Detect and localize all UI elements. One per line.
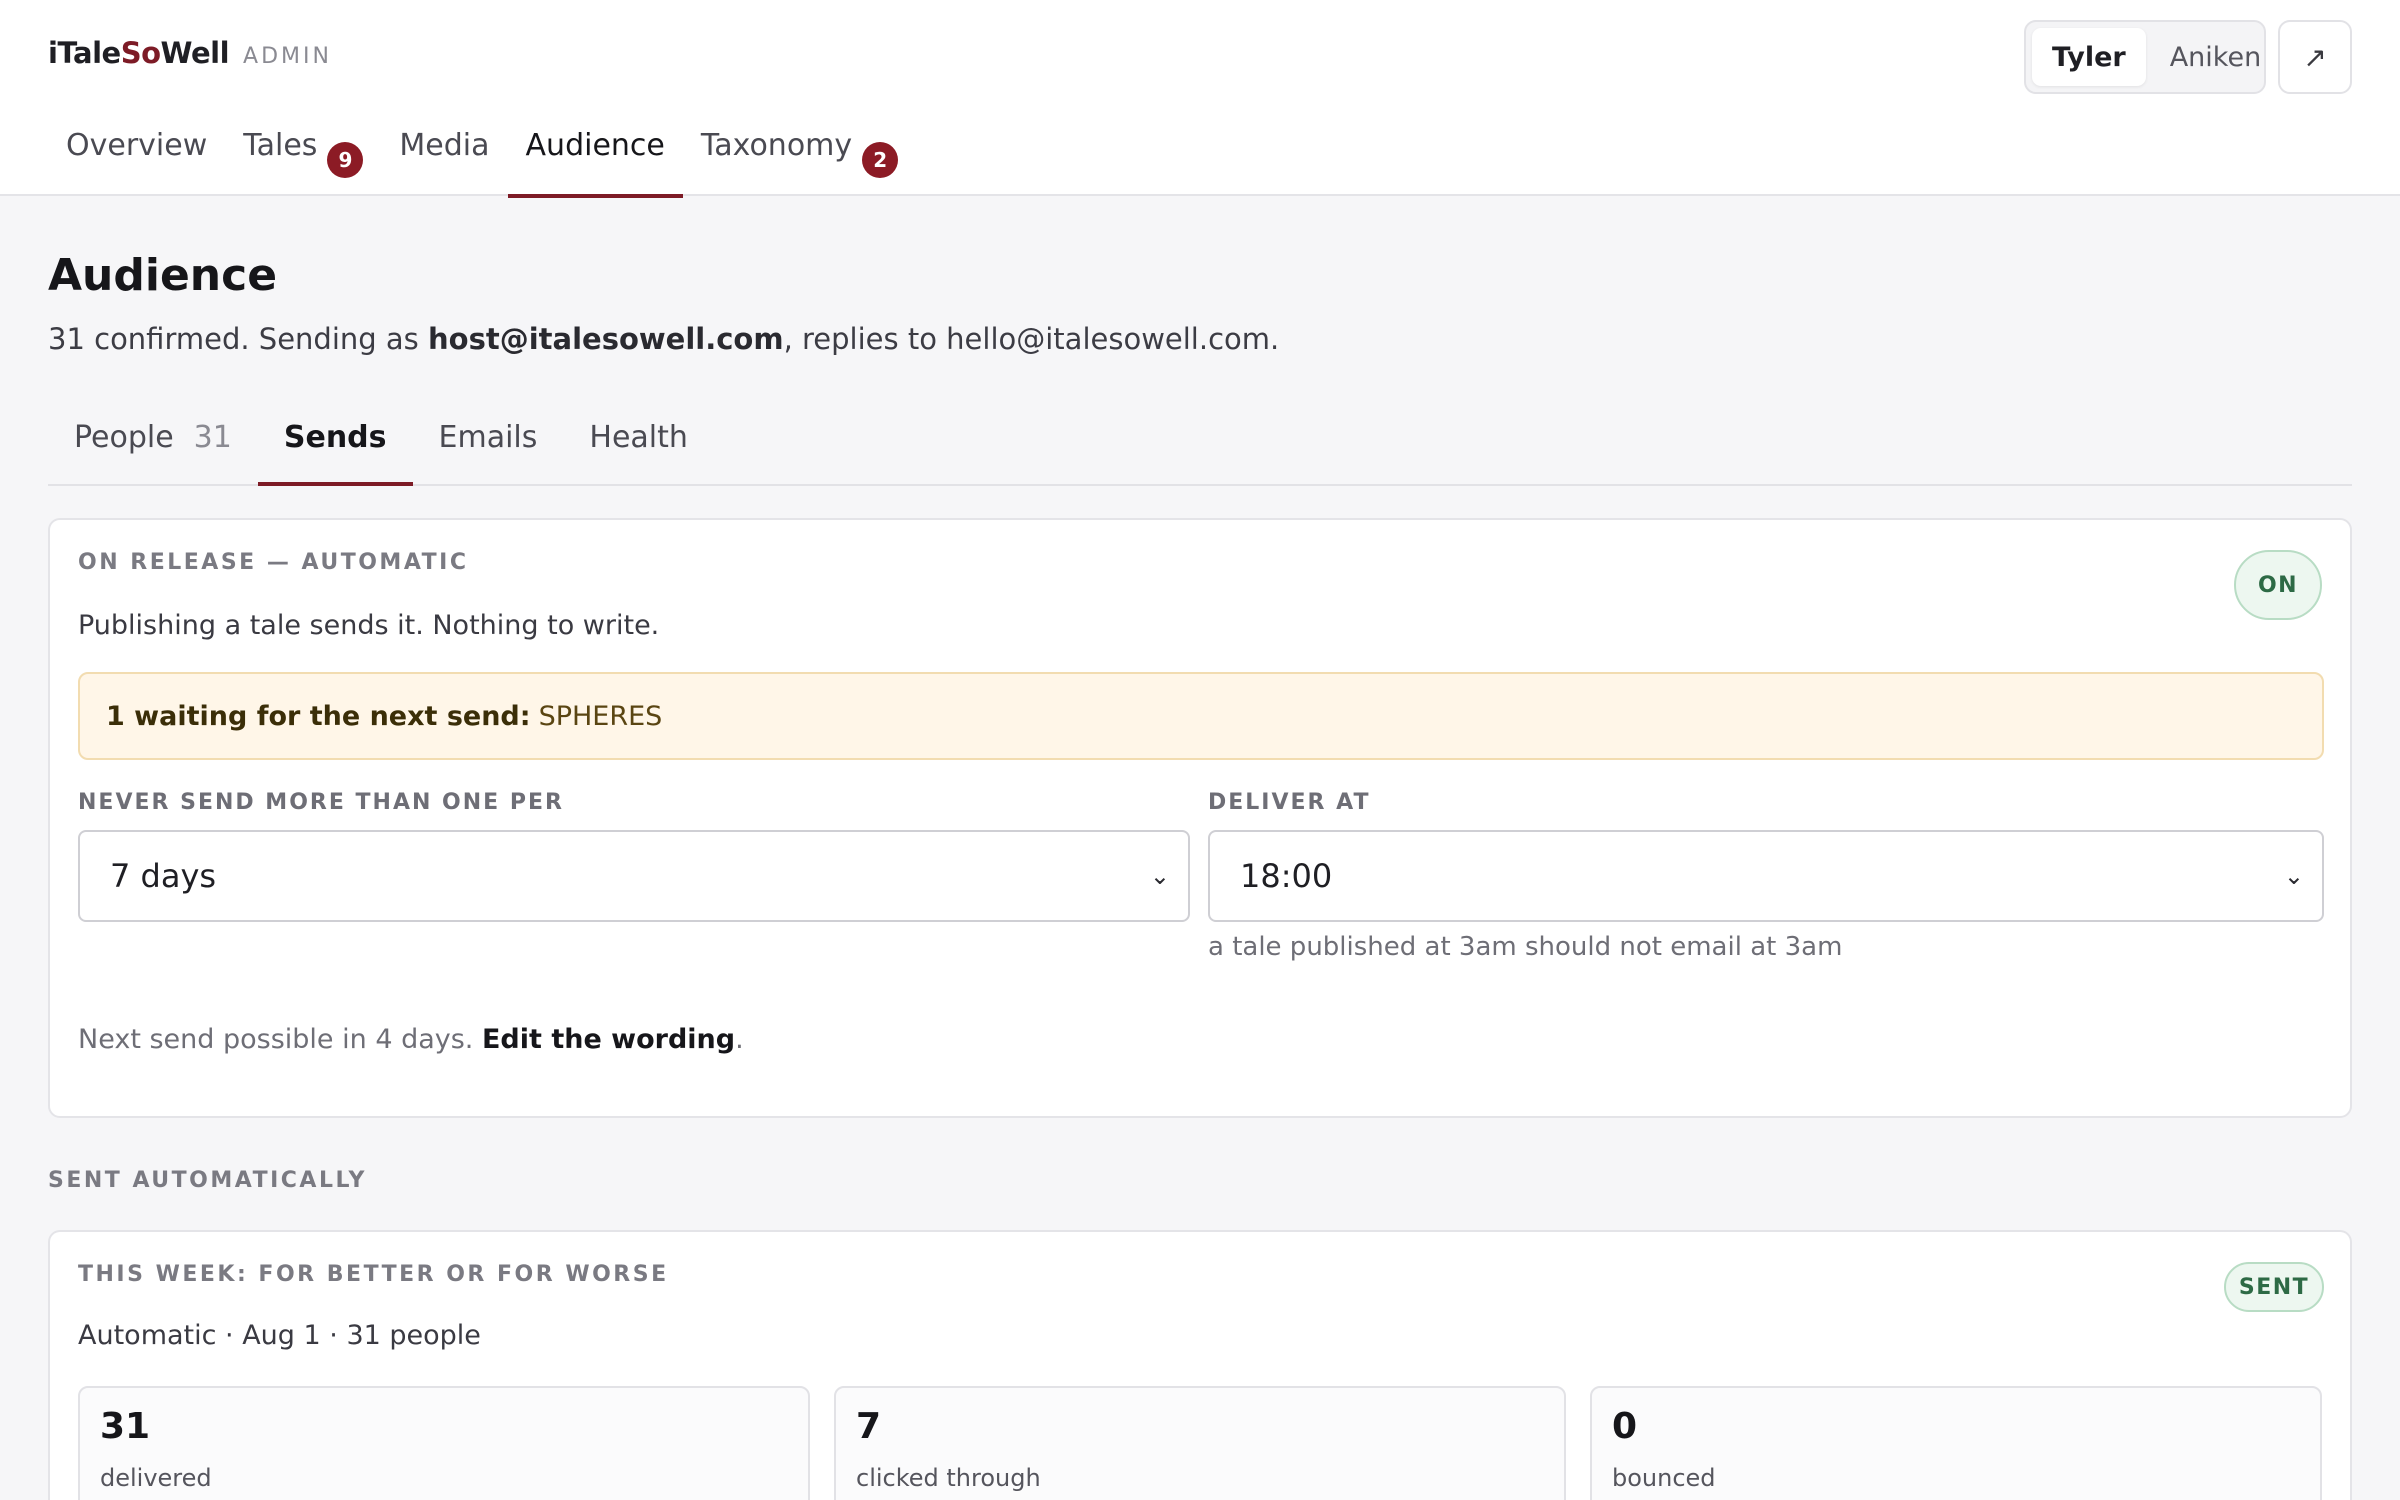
brand-name: iTaleSoWell <box>48 36 230 70</box>
stat-value: 31 <box>100 1406 151 1447</box>
stat-value: 0 <box>1612 1406 1638 1447</box>
nav-audience[interactable]: Audience <box>507 118 684 198</box>
deliver-at-value: 18:00 <box>1240 857 1333 895</box>
tab-health[interactable]: Health <box>563 410 714 484</box>
sent-eyebrow: THIS WEEK: FOR BETTER OR FOR WORSE <box>78 1262 669 1287</box>
waiting-tale: SPHERES <box>538 700 663 732</box>
stat-clicked: 7 clicked through <box>834 1386 1566 1500</box>
user-switcher: Tyler Aniken <box>2024 20 2266 94</box>
stat-label: delivered <box>100 1464 212 1492</box>
stat-delivered: 31 delivered <box>78 1386 810 1500</box>
stat-label: bounced <box>1612 1464 1716 1492</box>
top-bar: iTaleSoWell ADMIN Tyler Aniken ↗ Overvie… <box>0 0 2400 198</box>
auto-send-toggle[interactable]: ON <box>2234 550 2322 620</box>
release-eyebrow: ON RELEASE — AUTOMATIC <box>78 550 469 575</box>
nav-label: Overview <box>66 128 208 163</box>
stat-label: clicked through <box>856 1464 1041 1492</box>
nav-taxonomy[interactable]: Taxonomy 2 <box>683 118 916 196</box>
people-count: 31 <box>193 420 232 455</box>
user-option-tyler[interactable]: Tyler <box>2032 28 2146 86</box>
tab-sends[interactable]: Sends <box>257 410 413 486</box>
stat-bounced: 0 bounced <box>1590 1386 2322 1500</box>
brand-section: ADMIN <box>243 44 332 69</box>
audience-tabs: People 31 Sends Emails Health <box>48 410 2352 486</box>
nav-label: Media <box>399 128 490 163</box>
sent-meta: Automatic · Aug 1 · 31 people <box>78 1320 481 1351</box>
nav-label: Tales <box>243 128 318 163</box>
release-description: Publishing a tale sends it. Nothing to w… <box>78 610 660 641</box>
nav-media[interactable]: Media <box>381 118 507 196</box>
open-site-button[interactable]: ↗ <box>2278 20 2352 94</box>
on-release-card: ON RELEASE — AUTOMATIC ON Publishing a t… <box>48 518 2352 1118</box>
external-link-icon: ↗ <box>2303 40 2327 74</box>
page-title: Audience <box>48 250 278 301</box>
sent-status-badge: SENT <box>2224 1262 2324 1312</box>
frequency-select[interactable]: 7 days ⌄ <box>78 830 1190 922</box>
frequency-value: 7 days <box>110 857 217 895</box>
tab-emails[interactable]: Emails <box>413 410 564 484</box>
nav-overview[interactable]: Overview <box>48 118 225 196</box>
chevron-down-icon: ⌄ <box>1149 862 1170 890</box>
chevron-down-icon: ⌄ <box>2283 862 2304 890</box>
brand[interactable]: iTaleSoWell ADMIN <box>48 36 332 76</box>
nav-tales[interactable]: Tales 9 <box>225 118 381 196</box>
sender-email: host@italesowell.com <box>428 322 784 356</box>
main-nav: Overview Tales 9 Media Audience Taxonomy… <box>48 118 916 198</box>
waiting-notice: 1 waiting for the next send: SPHERES <box>78 672 2324 760</box>
deliver-at-label: DELIVER AT <box>1208 790 1371 815</box>
sent-email-card[interactable]: THIS WEEK: FOR BETTER OR FOR WORSE SENT … <box>48 1230 2352 1500</box>
deliver-at-select[interactable]: 18:00 ⌄ <box>1208 830 2324 922</box>
stat-value: 7 <box>856 1406 882 1447</box>
tab-people[interactable]: People 31 <box>48 410 258 484</box>
frequency-label: NEVER SEND MORE THAN ONE PER <box>78 790 564 815</box>
deliver-at-hint: a tale published at 3am should not email… <box>1208 932 1843 962</box>
sent-section-label: SENT AUTOMATICALLY <box>48 1168 367 1193</box>
tales-count-badge: 9 <box>327 142 364 178</box>
waiting-notice-label: 1 waiting for the next send: <box>106 700 531 732</box>
edit-wording-link[interactable]: Edit the wording <box>482 1024 735 1055</box>
nav-label: Audience <box>525 128 665 163</box>
user-option-aniken[interactable]: Aniken <box>2150 28 2281 86</box>
nav-label: Taxonomy <box>700 128 853 163</box>
next-send-info: Next send possible in 4 days. Edit the w… <box>78 1024 744 1055</box>
taxonomy-count-badge: 2 <box>862 142 899 178</box>
page-subtitle: 31 confirmed. Sending as host@italesowel… <box>48 322 1280 356</box>
